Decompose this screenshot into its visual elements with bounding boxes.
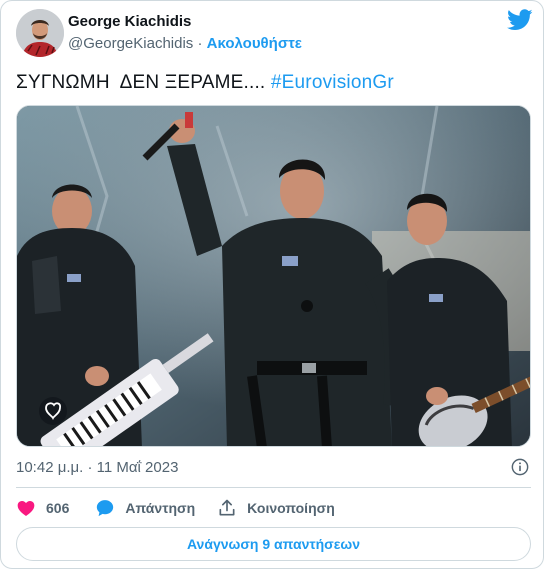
tweet-text: ΣΥΓΝΩΜΗ ΔΕΝ ΞΕΡΑΜΕ.... #EurovisionGr xyxy=(16,71,394,95)
avatar-image xyxy=(16,9,64,57)
author-handle-line: @GeorgeKiachidis · Ακολουθήστε xyxy=(68,35,302,53)
handle-separator: · xyxy=(197,35,203,52)
divider xyxy=(16,487,531,488)
read-replies-button[interactable]: Ανάγνωση 9 απαντήσεων xyxy=(16,527,531,561)
tweet-timestamp[interactable]: 10:42 μ.μ. · 11 Μαΐ 2023 xyxy=(16,459,178,477)
photo-of-three-performers-on-stage xyxy=(17,106,530,446)
follow-link[interactable]: Ακολουθήστε xyxy=(207,35,302,52)
author-handle[interactable]: @GeorgeKiachidis xyxy=(68,35,193,52)
hashtag-link[interactable]: #EurovisionGr xyxy=(271,72,394,93)
share-label: Κοινοποίηση xyxy=(247,500,335,516)
read-replies-label: Ανάγνωση 9 απαντήσεων xyxy=(186,536,361,552)
share-upload-icon xyxy=(219,499,235,516)
like-button[interactable]: 606 xyxy=(16,498,95,518)
avatar[interactable] xyxy=(16,9,64,57)
share-button[interactable]: Κοινοποίηση xyxy=(217,498,335,518)
tweet-actions: 606 Απάντηση Κοινοποίηση xyxy=(16,497,335,519)
reply-button[interactable]: Απάντηση xyxy=(95,498,217,518)
info-icon[interactable] xyxy=(511,458,529,476)
tweet-body: ΣΥΓΝΩΜΗ ΔΕΝ ΞΕΡΑΜΕ.... xyxy=(16,72,271,93)
tweet-photo[interactable] xyxy=(16,105,531,447)
twitter-bird-icon[interactable] xyxy=(507,9,533,31)
reply-label: Απάντηση xyxy=(125,500,196,516)
author-name[interactable]: George Kiachidis xyxy=(68,13,191,31)
like-count: 606 xyxy=(46,500,70,516)
speech-bubble-icon xyxy=(97,500,114,517)
heart-icon xyxy=(17,501,35,516)
tweet-card: George Kiachidis @GeorgeKiachidis · Ακολ… xyxy=(0,0,544,569)
